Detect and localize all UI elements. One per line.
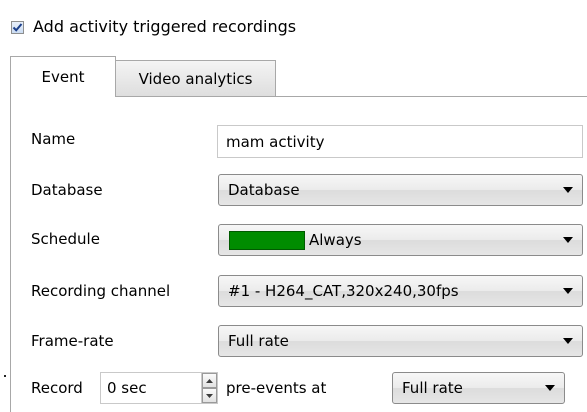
database-label: Database bbox=[31, 181, 103, 199]
spin-up-button[interactable] bbox=[202, 373, 217, 388]
name-label: Name bbox=[31, 130, 76, 148]
stray-dot bbox=[4, 375, 6, 377]
pre-events-at-label: pre-events at bbox=[226, 379, 327, 397]
name-field[interactable]: mam activity bbox=[217, 125, 583, 158]
frame-rate-dropdown-value: Full rate bbox=[228, 332, 289, 350]
schedule-dropdown-value: Always bbox=[309, 231, 362, 249]
tab-video-analytics[interactable]: Video analytics bbox=[115, 60, 276, 96]
recording-channel-label: Recording channel bbox=[31, 282, 171, 300]
chevron-down-icon bbox=[554, 187, 582, 193]
chevron-down-icon bbox=[554, 338, 582, 344]
chevron-down-icon bbox=[554, 288, 582, 294]
pre-time-spinbox[interactable]: 0 sec bbox=[100, 372, 218, 404]
spin-down-button[interactable] bbox=[202, 388, 217, 403]
chevron-down-icon bbox=[536, 385, 564, 391]
record-label: Record bbox=[31, 379, 83, 397]
pre-time-value: 0 sec bbox=[107, 379, 147, 397]
add-activity-recordings-label[interactable]: Add activity triggered recordings bbox=[33, 17, 296, 36]
add-activity-recordings-checkbox[interactable] bbox=[11, 21, 24, 34]
frame-rate-dropdown[interactable]: Full rate bbox=[218, 325, 583, 357]
chevron-down-icon bbox=[554, 237, 582, 243]
database-dropdown-value: Database bbox=[228, 181, 300, 199]
name-field-value: mam activity bbox=[226, 132, 325, 151]
checkmark-icon bbox=[12, 23, 23, 32]
schedule-label: Schedule bbox=[31, 230, 100, 248]
pre-rate-dropdown[interactable]: Full rate bbox=[392, 372, 565, 404]
database-dropdown[interactable]: Database bbox=[218, 174, 583, 206]
header-bar: Add activity triggered recordings bbox=[0, 0, 587, 52]
arrow-down-icon bbox=[206, 393, 213, 398]
recording-channel-dropdown[interactable]: #1 - H264_CAT,320x240,30fps bbox=[218, 275, 583, 307]
schedule-color-swatch bbox=[229, 230, 305, 250]
spin-buttons bbox=[201, 373, 217, 403]
recording-channel-dropdown-value: #1 - H264_CAT,320x240,30fps bbox=[228, 282, 459, 300]
pre-rate-dropdown-value: Full rate bbox=[402, 379, 463, 397]
schedule-dropdown[interactable]: Always bbox=[218, 224, 583, 256]
tab-event[interactable]: Event bbox=[10, 56, 116, 97]
frame-rate-label: Frame-rate bbox=[31, 332, 114, 350]
arrow-up-icon bbox=[206, 378, 213, 383]
